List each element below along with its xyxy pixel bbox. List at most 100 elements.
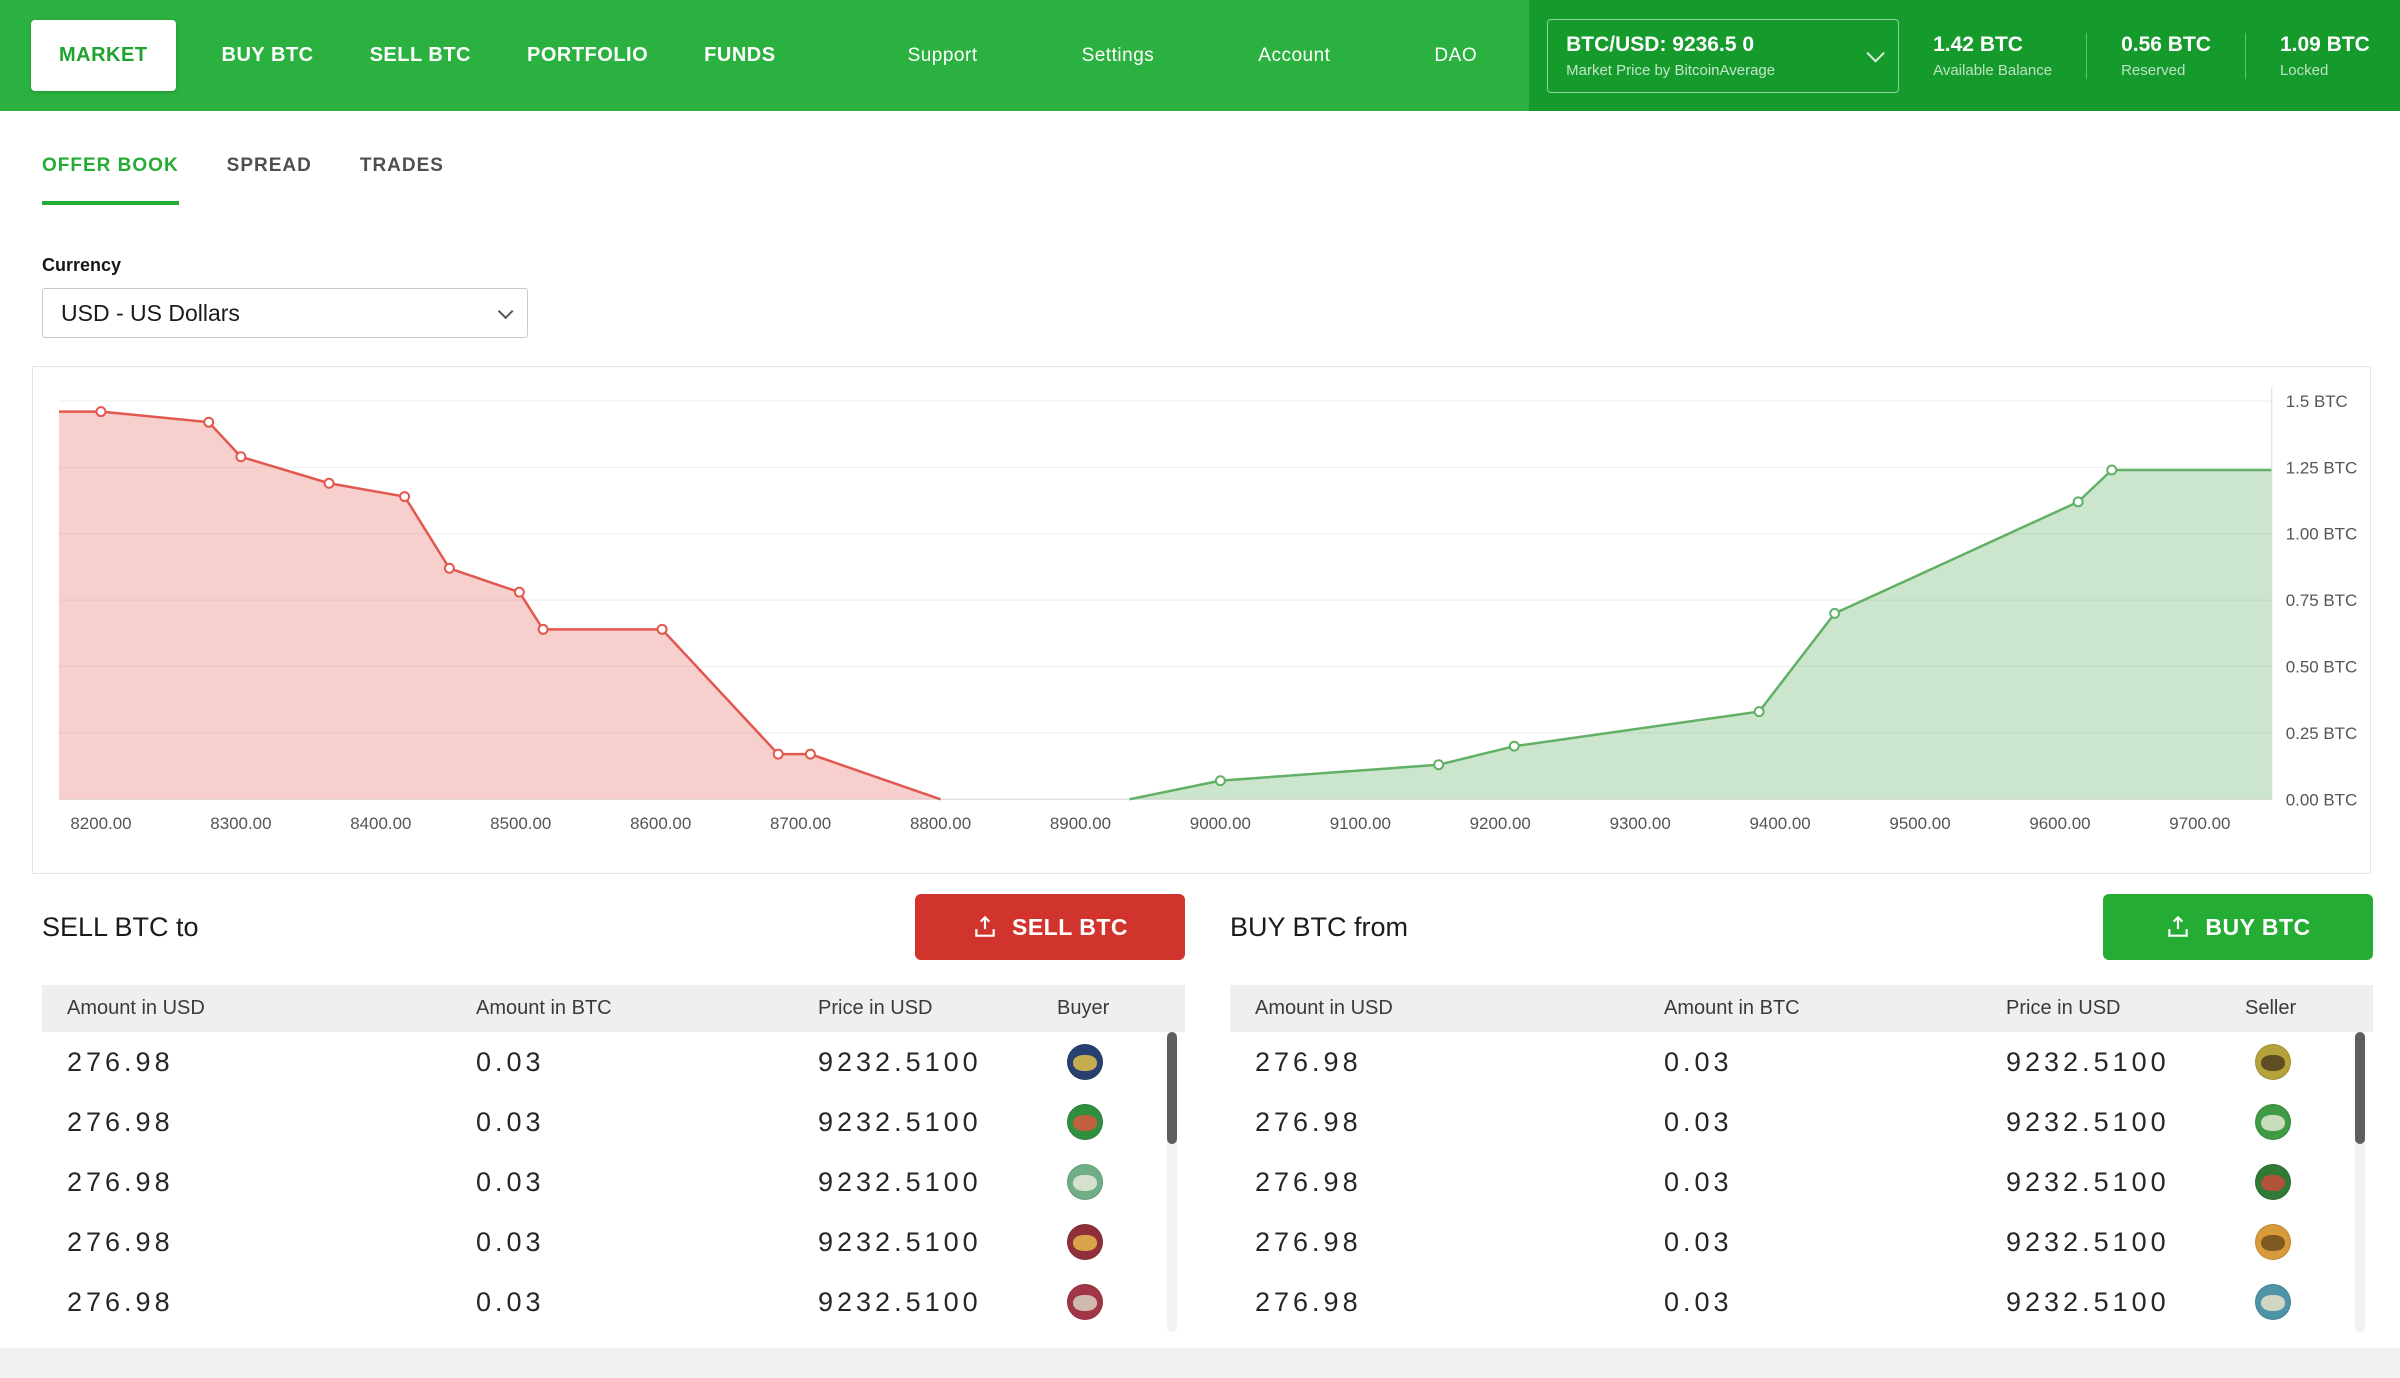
cell-price-usd: 9232.5100 <box>818 1107 1057 1138</box>
cell-amount-btc: 0.03 <box>476 1047 818 1078</box>
depth-chart-svg: 0.00 BTC 0.25 BTC 0.50 BTC 0.75 BTC 1.00 BTC… <box>33 367 2370 873</box>
cell-price-usd: 9232.5100 <box>818 1047 1057 1078</box>
svg-text:1.5 BTC: 1.5 BTC <box>2286 392 2348 411</box>
nav-item-sell-btc[interactable]: SELL BTC <box>342 44 499 67</box>
cell-price-usd: 9232.5100 <box>2006 1167 2245 1198</box>
market-price-source: Market Price by BitcoinAverage <box>1566 62 1775 79</box>
table-row[interactable]: 276.98 0.03 9232.5100 <box>1230 1032 2373 1092</box>
buy-btc-button[interactable]: BUY BTC <box>2103 894 2373 960</box>
table-row[interactable]: 276.98 0.03 9232.5100 <box>1230 1152 2373 1212</box>
svg-text:8900.00: 8900.00 <box>1050 814 1111 833</box>
cell-amount-btc: 0.03 <box>476 1287 818 1318</box>
chevron-down-icon <box>1867 44 1885 62</box>
tab-offer-book[interactable]: OFFER BOOK <box>42 155 179 205</box>
column-header-price-usd: Price in USD <box>818 997 1057 1020</box>
scrollbar-thumb[interactable] <box>2355 1032 2365 1144</box>
cell-amount-btc: 0.03 <box>476 1107 818 1138</box>
buyer-avatar[interactable] <box>1067 1104 1103 1140</box>
cell-amount-usd: 276.98 <box>1255 1167 1664 1198</box>
buyer-avatar[interactable] <box>1067 1284 1103 1320</box>
nav-item-account[interactable]: Account <box>1206 45 1382 67</box>
tab-trades[interactable]: TRADES <box>360 155 444 205</box>
table-row[interactable]: 276.98 0.03 9232.5100 <box>1230 1272 2373 1332</box>
tab-spread[interactable]: SPREAD <box>227 155 312 205</box>
cell-amount-btc: 0.03 <box>1664 1287 2006 1318</box>
column-header-amount-usd: Amount in USD <box>67 997 476 1020</box>
cell-price-usd: 9232.5100 <box>818 1287 1057 1318</box>
balance-panel: BTC/USD: 9236.5 0 Market Price by Bitcoi… <box>1529 0 2400 111</box>
nav-item-buy-btc[interactable]: BUY BTC <box>194 44 342 67</box>
seller-avatar[interactable] <box>2255 1044 2291 1080</box>
cell-price-usd: 9232.5100 <box>818 1167 1057 1198</box>
stat-locked: 1.09 BTC Locked <box>2245 33 2400 79</box>
svg-text:9200.00: 9200.00 <box>1470 814 1531 833</box>
cell-amount-btc: 0.03 <box>1664 1167 2006 1198</box>
buyer-avatar[interactable] <box>1067 1224 1103 1260</box>
seller-avatar[interactable] <box>2255 1104 2291 1140</box>
table-scrollbar[interactable] <box>2355 1032 2365 1332</box>
sell-offers-table: Amount in USD Amount in BTC Price in USD… <box>42 985 1185 1332</box>
currency-select[interactable]: USD - US Dollars <box>42 288 528 338</box>
table-row[interactable]: 276.98 0.03 9232.5100 <box>42 1092 1185 1152</box>
svg-text:9300.00: 9300.00 <box>1610 814 1671 833</box>
svg-text:0.25 BTC: 0.25 BTC <box>2286 724 2357 743</box>
table-row[interactable]: 276.98 0.03 9232.5100 <box>42 1152 1185 1212</box>
buy-panel-title: BUY BTC from <box>1230 912 1408 943</box>
column-header-amount-btc: Amount in BTC <box>476 997 818 1020</box>
svg-text:9400.00: 9400.00 <box>1750 814 1811 833</box>
tab-bar: OFFER BOOK SPREAD TRADES <box>0 111 2400 205</box>
buyer-avatar[interactable] <box>1067 1164 1103 1200</box>
currency-label: Currency <box>42 255 2400 276</box>
currency-selected-value: USD - US Dollars <box>61 300 240 327</box>
svg-text:1.00 BTC: 1.00 BTC <box>2286 525 2357 544</box>
nav-item-dao[interactable]: DAO <box>1382 45 1529 67</box>
buyer-avatar[interactable] <box>1067 1044 1103 1080</box>
seller-avatar[interactable] <box>2255 1164 2291 1200</box>
table-header-row: Amount in USD Amount in BTC Price in USD… <box>42 985 1185 1032</box>
svg-text:1.25 BTC: 1.25 BTC <box>2286 458 2357 477</box>
market-price-dropdown[interactable]: BTC/USD: 9236.5 0 Market Price by Bitcoi… <box>1547 19 1899 93</box>
cell-price-usd: 9232.5100 <box>2006 1107 2245 1138</box>
table-row[interactable]: 276.98 0.03 9232.5100 <box>42 1032 1185 1092</box>
cell-amount-btc: 0.03 <box>476 1167 818 1198</box>
cell-amount-usd: 276.98 <box>1255 1047 1664 1078</box>
buy-panel: BUY BTC from BUY BTC Amount in USD Amoun… <box>1230 894 2373 1332</box>
cell-amount-usd: 276.98 <box>1255 1227 1664 1258</box>
cell-price-usd: 9232.5100 <box>818 1227 1057 1258</box>
svg-text:9500.00: 9500.00 <box>1889 814 1950 833</box>
svg-text:8400.00: 8400.00 <box>350 814 411 833</box>
buy-panel-header: BUY BTC from BUY BTC <box>1230 894 2373 960</box>
seller-avatar[interactable] <box>2255 1284 2291 1320</box>
cell-amount-btc: 0.03 <box>476 1227 818 1258</box>
nav-item-funds[interactable]: FUNDS <box>676 44 803 67</box>
svg-text:9600.00: 9600.00 <box>2029 814 2090 833</box>
table-row[interactable]: 276.98 0.03 9232.5100 <box>42 1212 1185 1272</box>
nav-item-support[interactable]: Support <box>856 45 1030 67</box>
nav-item-settings[interactable]: Settings <box>1030 45 1207 67</box>
nav-item-portfolio[interactable]: PORTFOLIO <box>499 44 676 67</box>
cell-amount-btc: 0.03 <box>1664 1227 2006 1258</box>
svg-text:9000.00: 9000.00 <box>1190 814 1251 833</box>
stat-label: Available Balance <box>1933 62 2052 79</box>
svg-text:8800.00: 8800.00 <box>910 814 971 833</box>
sell-panel-header: SELL BTC to SELL BTC <box>42 894 1185 960</box>
svg-text:8300.00: 8300.00 <box>210 814 271 833</box>
svg-text:8700.00: 8700.00 <box>770 814 831 833</box>
seller-avatar[interactable] <box>2255 1224 2291 1260</box>
sell-btc-button[interactable]: SELL BTC <box>915 894 1185 960</box>
column-header-amount-usd: Amount in USD <box>1255 997 1664 1020</box>
sell-icon <box>972 914 998 940</box>
table-row[interactable]: 276.98 0.03 9232.5100 <box>42 1272 1185 1332</box>
stat-reserved: 0.56 BTC Reserved <box>2086 33 2245 79</box>
table-scrollbar[interactable] <box>1167 1032 1177 1332</box>
table-row[interactable]: 276.98 0.03 9232.5100 <box>1230 1212 2373 1272</box>
svg-text:0.50 BTC: 0.50 BTC <box>2286 657 2357 676</box>
nav-item-market[interactable]: MARKET <box>31 20 176 91</box>
scrollbar-thumb[interactable] <box>1167 1032 1177 1144</box>
sell-panel-title: SELL BTC to <box>42 912 199 943</box>
svg-text:0.75 BTC: 0.75 BTC <box>2286 591 2357 610</box>
svg-text:0.00 BTC: 0.00 BTC <box>2286 790 2357 809</box>
table-row[interactable]: 276.98 0.03 9232.5100 <box>1230 1092 2373 1152</box>
offer-panels: SELL BTC to SELL BTC Amount in USD Amoun… <box>0 874 2400 1332</box>
cell-amount-btc: 0.03 <box>1664 1047 2006 1078</box>
